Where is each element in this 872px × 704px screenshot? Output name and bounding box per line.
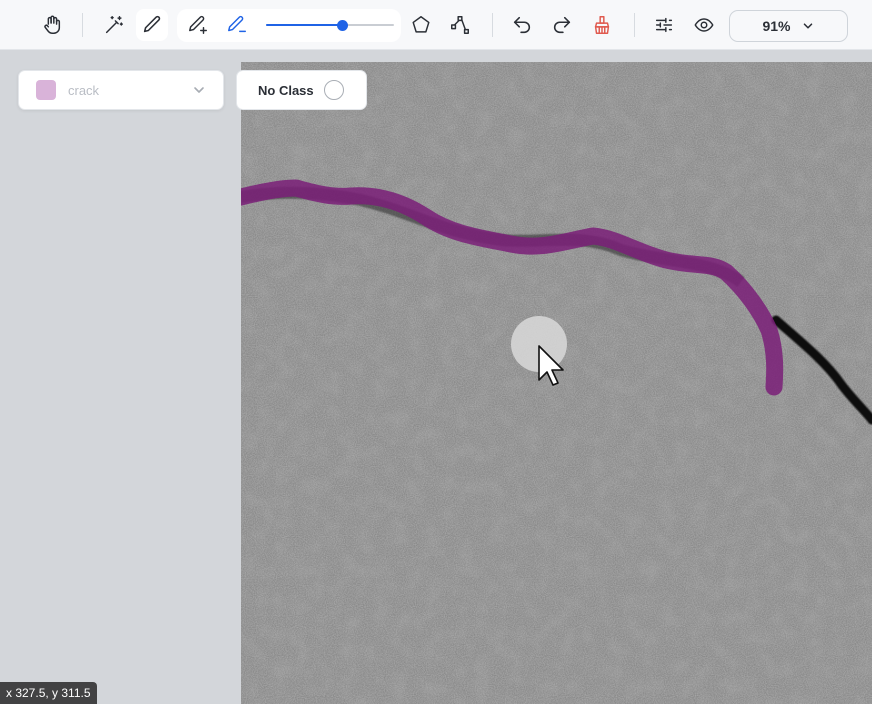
eye-icon [694, 18, 714, 32]
chevron-down-icon [194, 87, 204, 93]
redo-icon [553, 16, 571, 34]
pencil-plus-icon [189, 15, 207, 34]
toolbar-divider [82, 13, 83, 37]
brush-add-button[interactable] [182, 9, 214, 41]
undo-button[interactable] [506, 9, 538, 41]
cursor-coordinates: x 327.5, y 311.5 [0, 682, 97, 704]
brush-tool-button[interactable] [136, 9, 168, 41]
adjustments-button[interactable] [648, 9, 680, 41]
image-canvas[interactable] [241, 62, 872, 704]
pan-tool-button[interactable] [36, 9, 68, 41]
radio-circle-icon [323, 80, 344, 100]
pentagon-icon [412, 16, 430, 33]
pencil-icon [143, 15, 161, 33]
no-class-label: No Class [258, 82, 314, 98]
concrete-crack-image [241, 62, 872, 704]
class-select-label: crack [68, 82, 100, 98]
class-color-swatch [36, 80, 56, 100]
brush-size-slider-fill [266, 24, 342, 26]
toolbar-divider [634, 13, 635, 37]
class-select-dropdown[interactable]: crack [18, 70, 224, 110]
brush-size-slider-thumb[interactable] [336, 20, 348, 31]
magic-wand-icon [105, 16, 123, 34]
chevron-down-icon [803, 23, 812, 29]
polygon-tool-button[interactable] [405, 9, 437, 41]
zoom-select[interactable]: 91% [729, 10, 848, 42]
redo-button[interactable] [546, 9, 578, 41]
zoom-value: 91% [762, 18, 791, 34]
brush-subtract-button[interactable] [221, 9, 253, 41]
hand-icon [44, 15, 61, 34]
sliders-icon [655, 17, 673, 33]
clear-annotations-button[interactable] [586, 9, 618, 41]
toolbar: 91% [0, 0, 872, 50]
pencil-minus-icon [228, 15, 246, 33]
no-class-button[interactable]: No Class [236, 70, 367, 110]
polyline-icon [451, 16, 469, 34]
magic-wand-tool-button[interactable] [98, 9, 130, 41]
broom-icon [594, 16, 610, 34]
polyline-tool-button[interactable] [444, 9, 476, 41]
undo-icon [513, 16, 531, 34]
visibility-toggle-button[interactable] [688, 9, 720, 41]
toolbar-divider [492, 13, 493, 37]
